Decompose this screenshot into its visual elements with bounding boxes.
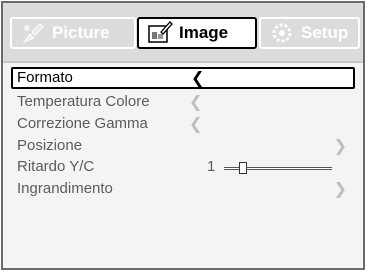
ritardo-value: 1 (207, 158, 216, 175)
menu-item-label: Formato (17, 69, 73, 86)
tab-picture-label: Picture (52, 23, 110, 42)
menu-item-label: Ritardo Y/C (17, 158, 95, 175)
chevron-right-icon[interactable]: ❯ (334, 135, 347, 157)
menu-item-correzione-gamma[interactable]: Correzione Gamma ❮ (11, 113, 355, 135)
menu-item-ritardo-yc[interactable]: Ritardo Y/C 1 (11, 156, 355, 178)
osd-menu-screen: Picture Image Setup Formato ❮ Temperatur… (1, 1, 365, 270)
chevron-left-icon[interactable]: ❮ (189, 91, 202, 113)
tab-separator (3, 61, 363, 63)
palette-icon (20, 20, 46, 46)
slider-knob[interactable] (239, 162, 247, 174)
chevron-right-icon[interactable]: ❯ (334, 178, 347, 200)
chevron-left-icon[interactable]: ❮ (191, 69, 204, 87)
menu-item-label: Temperatura Colore (17, 93, 150, 110)
menu-item-label: Posizione (17, 137, 83, 154)
menu-item-label: Correzione Gamma (17, 115, 148, 132)
tab-bar: Picture Image Setup (3, 3, 363, 61)
menu-item-posizione[interactable]: Posizione ❯ (11, 135, 355, 157)
menu-item-temperatura-colore[interactable]: Temperatura Colore ❮ (11, 91, 355, 113)
tab-image-label: Image (179, 23, 229, 42)
tab-picture[interactable]: Picture (10, 17, 136, 49)
menu-item-ingrandimento[interactable]: Ingrandimento ❯ (11, 178, 355, 200)
ritardo-slider[interactable] (224, 162, 332, 174)
image-edit-icon (147, 20, 173, 46)
tab-setup-label: Setup (301, 23, 349, 42)
tab-setup[interactable]: Setup (259, 17, 360, 49)
menu-item-formato[interactable]: Formato ❮ (11, 67, 355, 89)
chevron-left-icon[interactable]: ❮ (189, 113, 202, 135)
tab-image[interactable]: Image (137, 17, 257, 49)
menu-item-label: Ingrandimento (17, 180, 113, 197)
gear-icon (269, 20, 295, 46)
